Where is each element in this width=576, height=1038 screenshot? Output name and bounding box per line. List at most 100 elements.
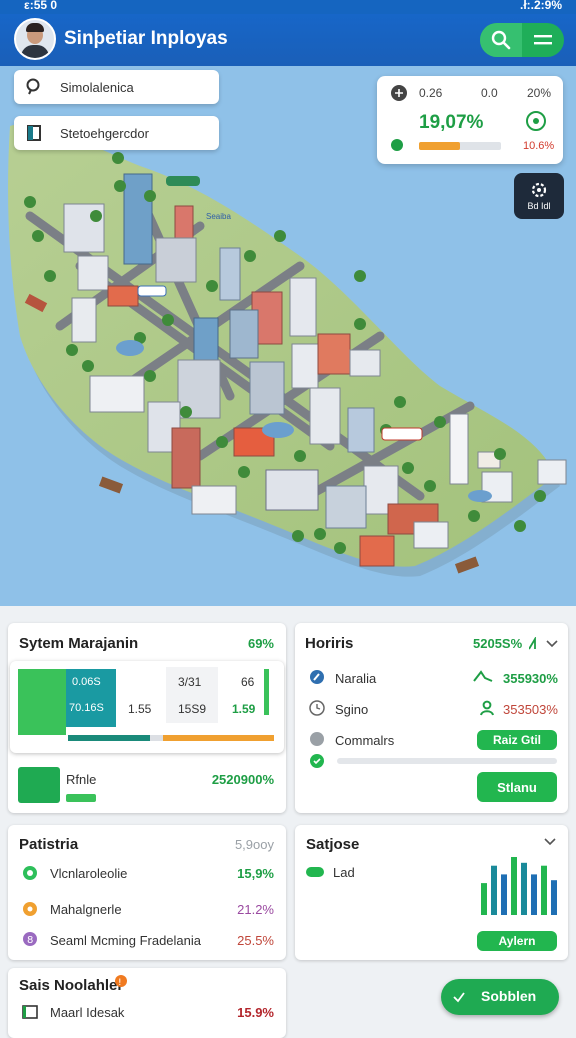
system-r2: 1.59	[232, 702, 256, 716]
patistria-title: Patistria	[19, 836, 79, 853]
patistria-pct: 5,9ooy	[234, 837, 274, 852]
map-layer-button[interactable]: Bd Idl	[514, 173, 564, 219]
chevron-down-icon[interactable]	[529, 637, 561, 651]
fab-label: Sobblen	[481, 988, 537, 1004]
target-icon	[526, 111, 546, 131]
search-field-1[interactable]: Simolalenica	[14, 70, 219, 104]
settings-icon	[391, 85, 407, 101]
header-actions	[480, 23, 564, 57]
recycle-icon	[23, 866, 37, 880]
patistria-row2-value: 21.2%	[237, 902, 274, 917]
fab-button[interactable]: Sobblen	[441, 979, 559, 1015]
stat-progress-track	[419, 142, 501, 150]
system-c1: 1.55	[128, 702, 152, 716]
system-sub-icon	[18, 767, 60, 803]
stats-overlay-card: 0.26 0.0 20% 19,07% 10.6%	[377, 76, 563, 164]
satjose-bar	[551, 880, 557, 915]
search-field-1-label: Simolalenica	[60, 80, 134, 95]
satjose-bar	[491, 865, 497, 915]
compass-icon	[310, 670, 324, 684]
satjose-button[interactable]: Aylern	[477, 931, 557, 951]
satjose-legend: Lad	[333, 865, 355, 880]
gear-icon	[531, 182, 547, 198]
horiris-progress-track	[337, 758, 557, 764]
system-panel: 0.06S 70.16S 1.55 3/31 15S9 66 1.59	[10, 661, 284, 753]
search-icon	[491, 30, 511, 50]
trend-up-icon	[473, 670, 493, 682]
app-bar: Sinþetiar Inployas	[0, 14, 576, 66]
system-side-bar	[264, 669, 269, 715]
map-area-label: Seaiba	[206, 212, 231, 221]
stat-red-value: 10.6%	[523, 140, 555, 152]
bottom-card: Sais Noolahler ! Maarl Idesak 15.9%	[8, 968, 286, 1038]
search-button[interactable]	[480, 23, 522, 57]
satjose-bar	[531, 874, 537, 915]
horiris-row2-label: Sgino	[335, 702, 369, 717]
stat-v3: 20%	[527, 86, 552, 100]
patistria-card: Patistria 5,9ooy Vlcnlaroleolie 15,9% Ma…	[8, 825, 286, 960]
clock-icon	[309, 700, 325, 716]
info-icon: 8	[23, 932, 37, 946]
patistria-row2-label: Mahalgnerle	[50, 902, 122, 917]
system-teal-block: 0.06S 70.16S	[66, 669, 116, 727]
menu-icon	[534, 35, 552, 45]
system-sub-value: 2520900%	[211, 772, 274, 787]
stat-v2: 0.0	[481, 86, 498, 100]
alert-icon: !	[115, 975, 127, 988]
bottom-title: Sais Noolahler	[19, 977, 124, 994]
system-progress-track	[68, 735, 274, 741]
svg-text:8: 8	[27, 935, 33, 946]
avatar[interactable]	[14, 18, 56, 60]
satjose-card: Satjose Lad Aylern	[295, 825, 568, 960]
horiris-row2-value: 353503%	[503, 702, 558, 717]
horiris-row3-button[interactable]: Raiz Gtil	[477, 730, 557, 750]
stat-v1: 0.26	[419, 86, 443, 100]
menu-button[interactable]	[522, 23, 564, 57]
system-progress-fill	[68, 735, 151, 741]
system-m2: 15S9	[178, 702, 207, 716]
chevron-down-icon[interactable]	[544, 837, 556, 847]
system-sub-label: Rfnle	[66, 772, 97, 787]
satjose-bar	[501, 874, 507, 915]
satjose-bar	[541, 865, 547, 915]
system-title: Sytem Marajanin	[19, 635, 139, 652]
system-l2: 70.16S	[69, 702, 104, 714]
trend-icon	[391, 139, 403, 151]
legend-swatch	[306, 867, 324, 877]
document-icon	[27, 125, 41, 141]
stat-big-value: 19,07%	[419, 112, 484, 133]
horiris-card: Horiris 5205S% Naralia 355930% Sgino 353…	[295, 623, 568, 813]
map-layer-label: Bd Idl	[527, 201, 551, 211]
patistria-row1-label: Vlcnlaroleolie	[50, 866, 128, 881]
horiris-row1-value: 355930%	[503, 671, 558, 686]
system-card: Sytem Marajanin 69% 0.06S 70.16S 1.55 3/…	[8, 623, 286, 813]
horiris-row3-label: Commalrs	[335, 733, 395, 748]
bottom-row-value: 15.9%	[237, 1005, 274, 1020]
status-indicators: .ł:.2:9%	[519, 0, 562, 12]
horiris-value: 5205S%	[473, 636, 523, 651]
system-sub-bar	[66, 794, 96, 802]
patistria-row3-value: 25.5%	[237, 933, 274, 948]
stat-progress-fill	[419, 142, 460, 150]
system-m1: 3/31	[178, 675, 202, 689]
satjose-bar	[521, 862, 527, 915]
patistria-row1-value: 15,9%	[237, 866, 274, 881]
horiris-action-button[interactable]: Stlanu	[477, 772, 557, 802]
warning-icon	[23, 902, 37, 916]
system-r1: 66	[241, 675, 255, 689]
svg-text:!: !	[118, 978, 122, 988]
folder-icon	[22, 1005, 38, 1019]
system-l1: 0.06S	[72, 676, 101, 688]
search-field-2[interactable]: Stetoehgercdor	[14, 116, 219, 150]
system-green-block	[18, 669, 66, 735]
bottom-row-label: Maarl Idesak	[50, 1005, 125, 1020]
search-field-2-label: Stetoehgercdor	[60, 126, 149, 141]
satjose-bar-chart	[481, 857, 557, 915]
status-bar: ε:55 0 .ł:.2:9%	[0, 0, 576, 14]
horiris-row1-label: Naralia	[335, 671, 377, 686]
app-title: Sinþetiar Inployas	[64, 28, 228, 49]
check-circle-icon	[310, 754, 324, 768]
system-progress-orange	[162, 735, 274, 741]
check-icon	[453, 992, 465, 1003]
satjose-bar	[481, 883, 487, 915]
